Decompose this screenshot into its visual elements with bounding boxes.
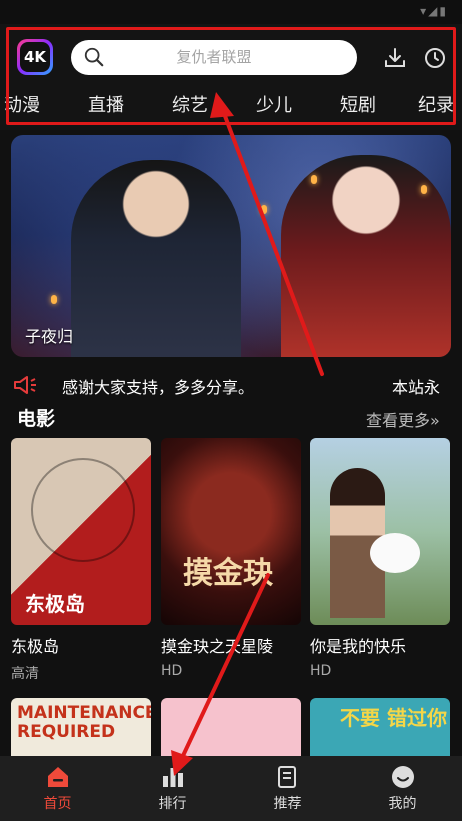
movie-card-partial[interactable]: MAINTENANCE REQUIRED	[11, 698, 151, 758]
announcement-bar: 感谢大家支持，多多分享。 本站永	[0, 372, 462, 398]
tab-short-drama[interactable]: 短剧	[340, 92, 376, 120]
movie-poster	[310, 438, 450, 625]
app-logo-mark: 4K	[20, 42, 50, 72]
movie-card-partial[interactable]: 不要 错过你	[310, 698, 450, 758]
search-placeholder: 复仇者联盟	[176, 48, 252, 66]
nav-label: 首页	[43, 796, 72, 812]
announcement-text-continued: 本站永	[392, 378, 441, 397]
featured-banner[interactable]: 子夜归	[11, 135, 451, 357]
movie-title: 你是我的快乐	[310, 637, 407, 656]
nav-label: 排行	[158, 796, 187, 812]
app-logo[interactable]: 4K	[17, 39, 53, 75]
status-bar: ▾◢▮	[0, 0, 462, 24]
banner-title: 子夜归	[25, 327, 74, 346]
tab-variety[interactable]: 综艺	[172, 92, 208, 120]
poster-title: 不要 错过你	[340, 706, 447, 730]
lantern-icon	[261, 205, 267, 214]
bottom-nav: 首页 排行 推荐 我的	[0, 756, 462, 821]
recommend-icon	[278, 766, 296, 788]
nav-home[interactable]: 首页	[0, 756, 115, 821]
section-title: 电影	[17, 408, 56, 430]
announcement-text: 感谢大家支持，多多分享。	[62, 378, 255, 397]
poster-title: 摸金玦	[183, 556, 273, 591]
movie-card[interactable]: 摸金玦 摸金玦之天星陵 HD	[161, 438, 301, 679]
profile-icon	[392, 766, 414, 788]
movie-card[interactable]: 你是我的快乐 HD	[310, 438, 450, 679]
see-more-link[interactable]: 查看更多»	[366, 407, 440, 431]
nav-label: 我的	[388, 796, 417, 812]
download-icon[interactable]	[383, 46, 407, 70]
history-icon[interactable]	[423, 46, 447, 70]
movie-card-partial[interactable]	[161, 698, 301, 758]
search-input[interactable]: 复仇者联盟	[71, 40, 357, 75]
nav-recommend[interactable]: 推荐	[230, 756, 345, 821]
poster-dog	[370, 533, 420, 573]
movie-quality-tag: 高清	[11, 666, 39, 682]
movie-title: 摸金玦之天星陵	[161, 637, 274, 656]
category-tabs: 动漫 直播 综艺 少儿 短剧 纪录	[0, 92, 462, 122]
movie-quality-tag: HD	[310, 663, 332, 679]
ranking-icon	[163, 768, 183, 787]
home-icon	[48, 767, 68, 787]
movie-poster: 东极岛	[11, 438, 151, 625]
tab-anime[interactable]: 动漫	[4, 92, 40, 120]
poster-title: MAINTENANCE REQUIRED	[17, 703, 151, 742]
movie-poster: 摸金玦	[161, 438, 301, 625]
tab-live[interactable]: 直播	[88, 92, 124, 120]
tab-kids[interactable]: 少儿	[256, 92, 292, 120]
see-more-label: 查看更多	[366, 411, 431, 430]
banner-figure-left	[71, 160, 241, 357]
status-icons: ▾◢▮	[420, 4, 448, 18]
speaker-icon	[14, 376, 36, 394]
nav-profile[interactable]: 我的	[345, 756, 460, 821]
movie-quality-tag: HD	[161, 663, 183, 679]
movie-title: 东极岛	[11, 637, 60, 656]
double-chevron-right-icon: »	[430, 411, 440, 430]
movie-card[interactable]: 东极岛 东极岛 高清	[11, 438, 151, 683]
nav-ranking[interactable]: 排行	[115, 756, 230, 821]
lantern-icon	[421, 185, 427, 194]
tab-documentary[interactable]: 纪录	[418, 92, 454, 120]
lantern-icon	[51, 295, 57, 304]
lantern-icon	[311, 175, 317, 184]
nav-label: 推荐	[273, 796, 302, 812]
poster-title: 东极岛	[25, 592, 85, 616]
